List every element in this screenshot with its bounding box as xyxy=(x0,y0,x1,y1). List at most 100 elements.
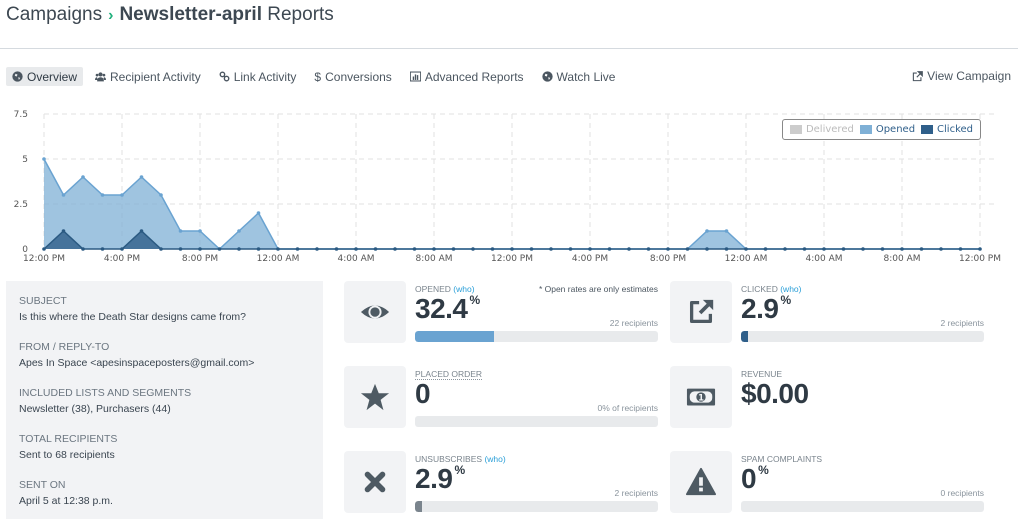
clicked-point xyxy=(802,247,807,251)
tab-advanced-reports[interactable]: Advanced Reports xyxy=(404,67,530,86)
opened-point xyxy=(198,229,202,233)
legend-swatch xyxy=(789,125,802,134)
clicked-point xyxy=(919,247,924,251)
opened-point xyxy=(724,229,729,233)
lists-label: Included Lists and Segments xyxy=(19,387,192,399)
globe-icon xyxy=(12,71,23,82)
x-tick-label: 8:00 PM xyxy=(182,254,218,264)
stat-value: 2.9% xyxy=(415,462,465,494)
total-recipients-label: Total Recipients xyxy=(19,433,118,445)
legend-item-delivered[interactable]: Delivered xyxy=(789,124,854,135)
clicked-point xyxy=(490,247,495,251)
lists-value: Newsletter (38), Purchasers (44) xyxy=(19,403,171,415)
stat-value: 0% xyxy=(741,462,769,494)
progress-bar xyxy=(415,416,658,427)
globe-icon xyxy=(541,71,553,82)
x-tick-label: 4:00 AM xyxy=(806,254,843,264)
link-icon xyxy=(219,71,230,82)
clicked-point xyxy=(705,247,709,251)
from-label: From / Reply-To xyxy=(19,341,110,353)
stat-card-placed-order: Placed Order 0 0% of recipients xyxy=(344,366,664,428)
legend-item-opened[interactable]: Opened xyxy=(859,124,916,135)
users-icon xyxy=(95,72,107,82)
clicked-point xyxy=(334,247,339,251)
opened-point xyxy=(42,157,46,161)
legend-item-clicked[interactable]: Clicked xyxy=(921,124,973,135)
clicked-point xyxy=(958,247,963,251)
page-title-suffix: Reports xyxy=(267,4,334,25)
x-tick-label: 12:00 PM xyxy=(23,254,65,264)
x-tick-label: 12:00 AM xyxy=(257,254,300,264)
tab-link-activity[interactable]: Link Activity xyxy=(213,67,303,86)
opened-point xyxy=(256,211,261,215)
svg-text:1: 1 xyxy=(698,392,704,402)
tab-label: Watch Live xyxy=(556,69,616,84)
clicked-point xyxy=(412,247,417,251)
header-divider xyxy=(0,48,1018,49)
clicked-point xyxy=(42,247,46,251)
clicked-point xyxy=(373,247,378,251)
icon-box xyxy=(344,281,406,343)
opened-point xyxy=(61,193,66,197)
progress-fill xyxy=(415,501,423,512)
view-campaign-label: View Campaign xyxy=(927,69,1011,83)
who-link[interactable]: (who) xyxy=(484,454,505,464)
x-tick-label: 4:00 PM xyxy=(104,254,140,264)
clicked-point xyxy=(841,247,846,251)
clicked-point xyxy=(880,247,885,251)
progress-bar xyxy=(415,331,658,342)
opened-point xyxy=(705,229,709,233)
clicked-point xyxy=(666,247,670,251)
clicked-point xyxy=(588,247,592,251)
clicked-point xyxy=(744,247,748,251)
clicked-point xyxy=(393,247,397,251)
stat-card-revenue: 1 Revenue $0.00 xyxy=(670,366,990,428)
opened-point xyxy=(100,193,105,197)
report-tabs: Overview Recipient Activity Link Activit… xyxy=(6,67,627,86)
stat-card-clicked: Clicked (who) 2.9% 2 recipients xyxy=(670,281,990,343)
clicked-point xyxy=(607,247,612,251)
clicked-point xyxy=(198,247,202,251)
legend-label: Opened xyxy=(875,124,916,135)
x-tick-label: 8:00 AM xyxy=(416,254,453,264)
clicked-point xyxy=(978,247,982,251)
clicked-point xyxy=(237,247,241,251)
stat-card-unsubscribes: Unsubscribes (who) 2.9% 2 recipients xyxy=(344,451,664,513)
clicked-point xyxy=(549,247,553,251)
clicked-point xyxy=(646,247,651,251)
bar-chart-icon xyxy=(409,71,421,82)
clicked-point xyxy=(939,247,943,251)
tab-overview[interactable]: Overview xyxy=(6,67,84,86)
stat-card-spam-complaints: Spam Complaints 0% 0 recipients xyxy=(670,451,990,513)
progress-fill xyxy=(741,331,749,342)
external-link-icon xyxy=(689,299,714,324)
stat-value: 0 xyxy=(415,378,431,409)
clicked-point xyxy=(783,247,787,251)
tab-label: Recipient Activity xyxy=(110,69,201,84)
progress-bar xyxy=(741,331,984,342)
icon-box xyxy=(344,451,406,513)
tab-watch-live[interactable]: Watch Live xyxy=(536,67,622,86)
breadcrumb-campaigns-link[interactable]: Campaigns xyxy=(6,4,102,25)
opened-point xyxy=(139,175,144,179)
clicked-point xyxy=(471,247,475,251)
x-tick-label: 4:00 AM xyxy=(338,254,375,264)
stat-recipients: 2 recipients xyxy=(614,488,658,498)
clicked-point xyxy=(295,247,300,251)
x-tick-label: 12:00 AM xyxy=(725,254,768,264)
tab-recipient-activity[interactable]: Recipient Activity xyxy=(89,67,207,86)
icon-box xyxy=(344,366,406,428)
clicked-point xyxy=(315,247,319,251)
x-tick-label: 12:00 PM xyxy=(491,254,533,264)
legend-swatch xyxy=(921,125,934,134)
stat-card-opened: Opened (who) 32.4% * Open rates are only… xyxy=(344,281,664,343)
view-campaign-link[interactable]: View Campaign xyxy=(912,69,1011,83)
y-tick-label: 5 xyxy=(22,155,28,165)
clicked-point xyxy=(217,247,222,251)
clicked-point xyxy=(432,247,436,251)
open-rate-note: * Open rates are only estimates xyxy=(538,284,658,294)
x-tick-label: 8:00 AM xyxy=(884,254,921,264)
tab-label: Advanced Reports xyxy=(424,69,524,84)
tab-conversions[interactable]: $ Conversions xyxy=(308,67,397,86)
clicked-point xyxy=(276,247,280,251)
